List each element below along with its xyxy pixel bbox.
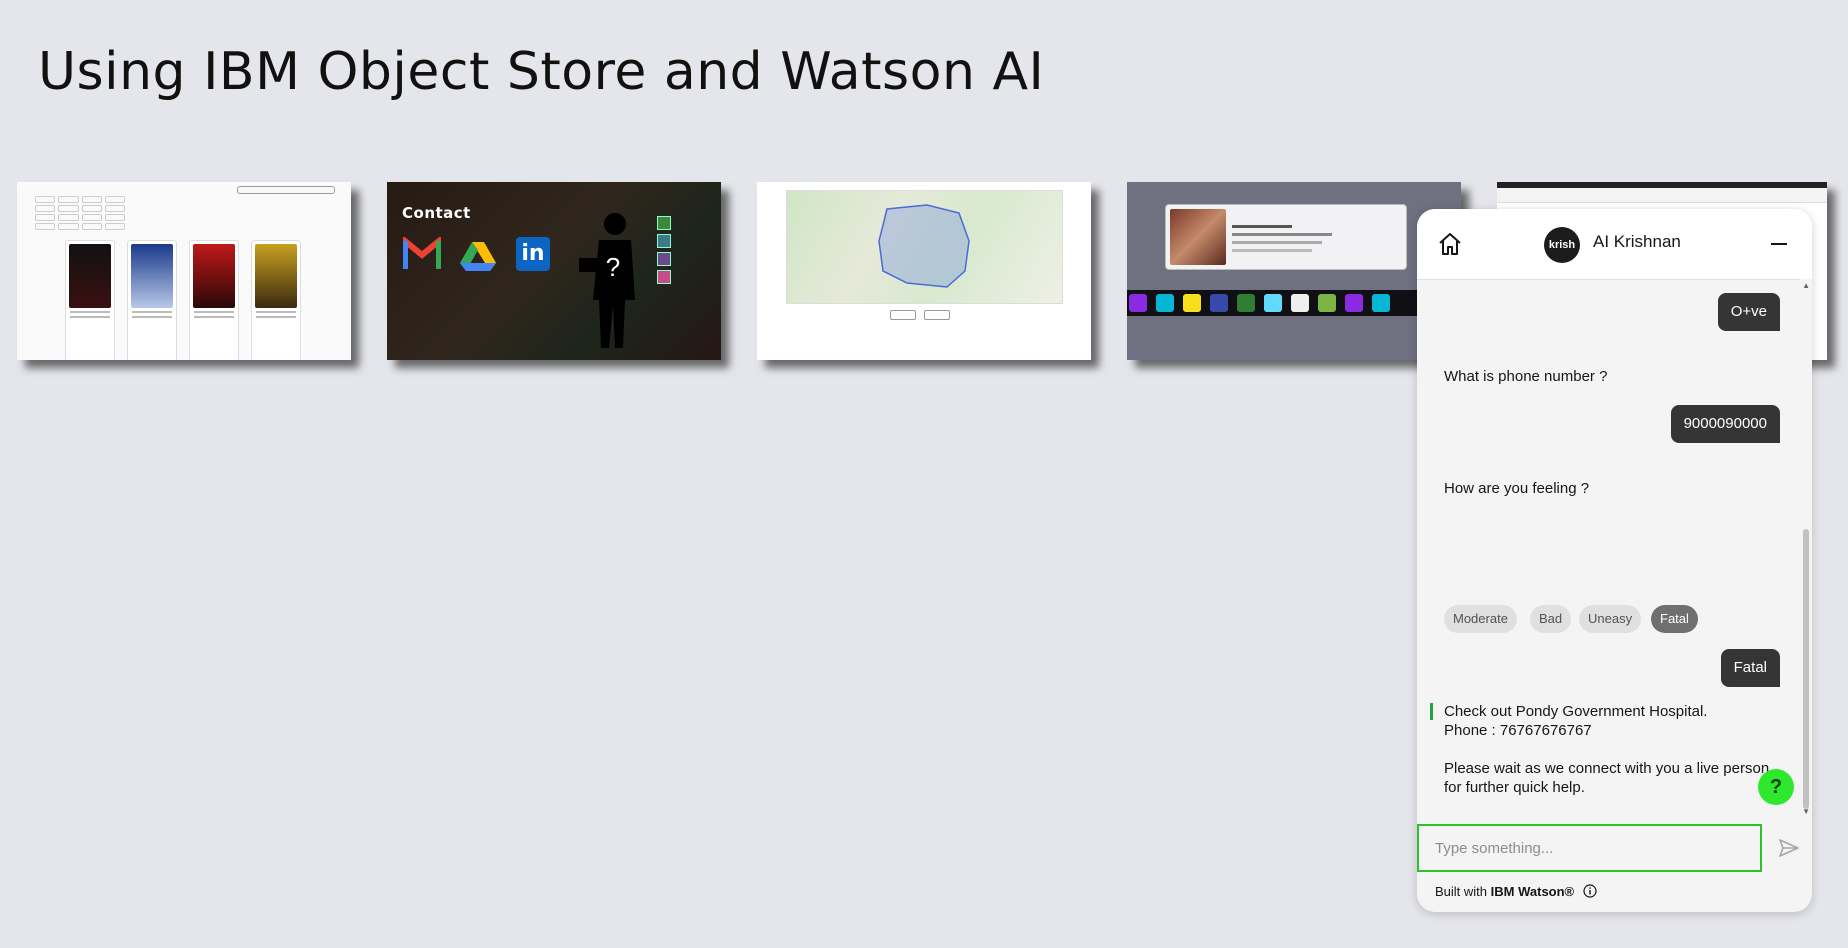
team-avatar [657, 234, 671, 248]
team-avatar [657, 270, 671, 284]
bot-message-hospital: Check out Pondy Government Hospital. Pho… [1444, 703, 1770, 796]
bot-name: AI Krishnan [1593, 232, 1681, 251]
home-icon[interactable] [1437, 231, 1463, 257]
chat-header: krish AI Krishnan [1417, 209, 1812, 280]
option-chip-uneasy[interactable]: Uneasy [1579, 605, 1642, 633]
thumbnail-contact[interactable]: Contact in ? [387, 182, 721, 360]
chat-widget: krish AI Krishnan O+ve What is phone num… [1417, 209, 1812, 912]
thumbnail-map[interactable] [757, 182, 1091, 360]
profile-card [1165, 204, 1407, 270]
chat-input[interactable] [1419, 826, 1760, 870]
movie-card [189, 240, 239, 360]
thumb-genre-tags [35, 196, 125, 230]
option-chip-bad[interactable]: Bad [1530, 605, 1572, 633]
bot-message: How are you feeling ? [1444, 480, 1590, 497]
send-icon[interactable] [1778, 837, 1800, 859]
option-chip-fatal[interactable]: Fatal [1651, 605, 1698, 633]
thumb-map-button [924, 310, 950, 320]
thumb-search-bar [237, 186, 335, 194]
gmail-icon [403, 237, 441, 269]
user-message: Fatal [1720, 649, 1780, 687]
thumbnail-movie-grid[interactable] [17, 182, 351, 360]
message-list: O+ve What is phone number ? 9000090000 H… [1417, 279, 1800, 819]
footer-attribution: Built with IBM Watson® [1435, 884, 1575, 899]
minimize-icon[interactable] [1768, 233, 1790, 255]
thumbnail-profile[interactable] [1127, 182, 1461, 360]
movie-card [65, 240, 115, 360]
user-message: O+ve [1717, 293, 1780, 331]
tech-logo-strip [1127, 290, 1461, 316]
region-outline-icon [878, 204, 970, 288]
thumb-map-button [890, 310, 916, 320]
map-view [786, 190, 1063, 304]
chat-input-wrapper [1417, 824, 1762, 872]
scrollbar-thumb[interactable] [1803, 529, 1809, 809]
help-button[interactable]: ? [1758, 769, 1794, 805]
linkedin-icon: in [516, 237, 550, 271]
bot-message: What is phone number ? [1444, 368, 1608, 385]
avatar: krish [1544, 227, 1580, 263]
person-silhouette-icon: ? [579, 213, 635, 348]
team-avatar [657, 216, 671, 230]
scroll-down-icon[interactable]: ▼ [1802, 807, 1810, 816]
scroll-up-icon[interactable]: ▲ [1802, 281, 1810, 290]
question-mark: ? [606, 252, 620, 282]
info-icon[interactable] [1583, 884, 1597, 898]
google-drive-icon [460, 242, 496, 271]
bot-response-accent [1430, 703, 1433, 720]
movie-card [127, 240, 177, 360]
team-avatar [657, 252, 671, 266]
option-chip-moderate[interactable]: Moderate [1444, 605, 1517, 633]
movie-card [251, 240, 301, 360]
user-message: 9000090000 [1670, 405, 1780, 443]
thumb-nav-bar [1497, 188, 1827, 203]
contact-heading: Contact [402, 204, 471, 222]
profile-photo [1170, 209, 1226, 265]
page-title: Using IBM Object Store and Watson AI [38, 42, 1045, 102]
